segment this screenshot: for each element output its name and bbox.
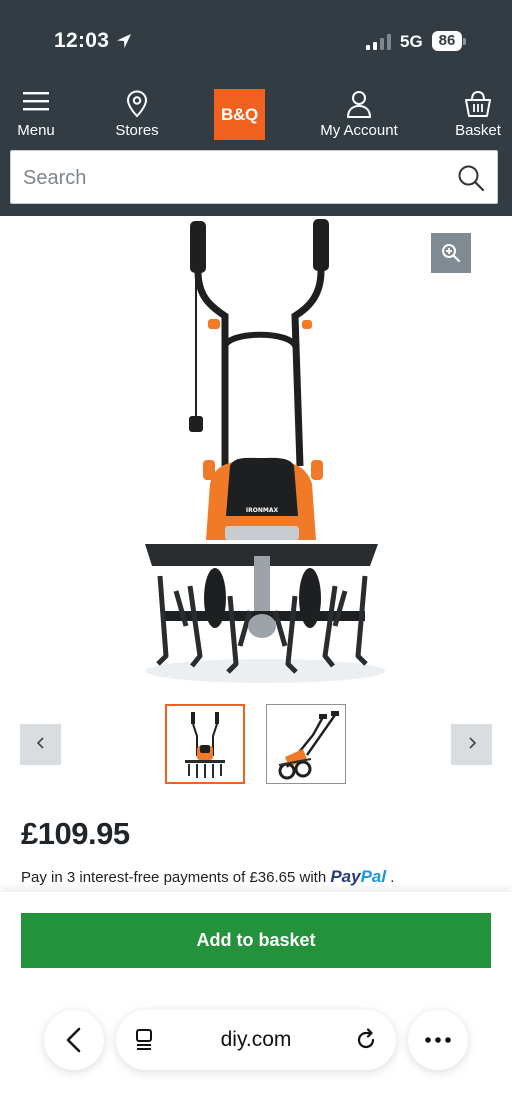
status-time: 12:03: [54, 29, 110, 52]
browser-more-button[interactable]: [408, 1010, 468, 1070]
basket-label: Basket: [455, 122, 501, 139]
thumbnail-front-image: [185, 712, 225, 778]
browser-back-button[interactable]: [44, 1010, 104, 1070]
location-arrow-icon: [117, 34, 131, 48]
brand-mark: IRONMAX: [246, 507, 279, 514]
browser-address-bar[interactable]: diy.com: [116, 1010, 396, 1070]
bq-logo[interactable]: B&Q: [214, 89, 265, 140]
product-image[interactable]: IRONMAX: [130, 216, 390, 686]
product-price: £109.95: [21, 816, 130, 851]
zoom-in-icon: [442, 244, 461, 263]
search-icon[interactable]: [457, 164, 485, 192]
my-account-button[interactable]: My Account: [310, 84, 408, 146]
search-input[interactable]: [21, 162, 445, 194]
menu-button[interactable]: Menu: [6, 84, 66, 146]
carousel-next-button[interactable]: [451, 724, 492, 765]
chevron-left-icon: [66, 1027, 81, 1053]
hamburger-menu-icon: [23, 92, 49, 111]
paypal-logo[interactable]: PayPal: [330, 867, 386, 886]
paypal-text: Pay in 3 interest-free payments of £36.6…: [21, 869, 327, 886]
chevron-left-icon: [36, 736, 44, 749]
search-bar: [10, 150, 498, 204]
map-pin-icon: [126, 90, 148, 118]
network-type: 5G: [400, 32, 423, 51]
my-account-label: My Account: [320, 122, 398, 139]
paypal-logo-pay: Pay: [330, 867, 361, 886]
battery-tip: [463, 38, 466, 45]
reload-icon[interactable]: [354, 1028, 378, 1052]
thumbnail-angle-image: [278, 711, 339, 780]
carousel-prev-button[interactable]: [20, 724, 61, 765]
paypal-logo-pal: Pal: [360, 867, 387, 886]
thumbnail-front[interactable]: [165, 704, 245, 784]
zoom-button[interactable]: [431, 233, 471, 273]
menu-label: Menu: [17, 122, 55, 139]
status-bar: 12:03 5G 86: [0, 0, 512, 84]
more-dots-icon: [425, 1037, 451, 1043]
site-header: 12:03 5G 86 Menu Stores My Account Baske…: [0, 0, 512, 216]
basket-button[interactable]: Basket: [448, 84, 508, 146]
stores-label: Stores: [115, 122, 159, 139]
thumbnail-angle[interactable]: [266, 704, 346, 784]
signal-strength-icon: [366, 34, 391, 50]
paypal-suffix: .: [390, 869, 395, 886]
battery-level: 86: [432, 31, 462, 51]
user-icon: [346, 91, 372, 118]
paypal-instalments: Pay in 3 interest-free payments of £36.6…: [21, 867, 394, 887]
chevron-right-icon: [468, 736, 476, 749]
stores-button[interactable]: Stores: [107, 84, 167, 146]
add-to-basket-button[interactable]: Add to basket: [21, 913, 491, 968]
basket-icon: [465, 90, 491, 117]
